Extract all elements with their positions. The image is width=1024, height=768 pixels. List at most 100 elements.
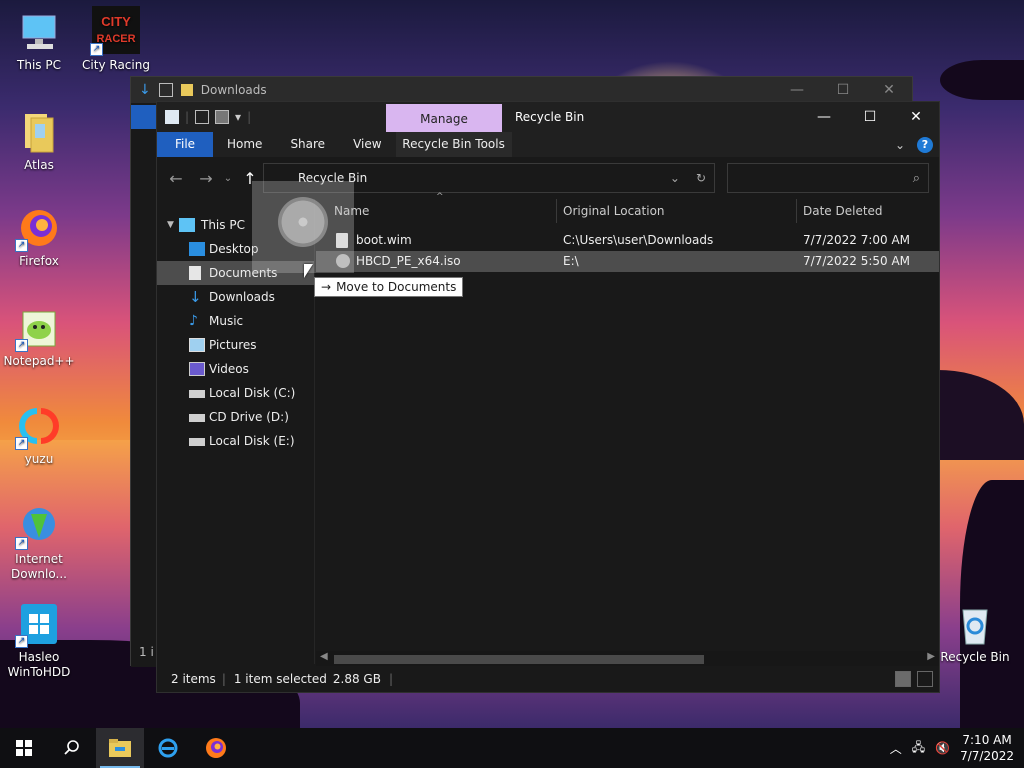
address-dropdown-icon[interactable]: ⌄ — [670, 171, 680, 185]
disk-icon — [189, 438, 205, 446]
properties-icon[interactable] — [195, 110, 210, 124]
recent-locations-icon[interactable]: ⌄ — [221, 173, 235, 184]
minimize-button[interactable]: — — [774, 82, 820, 98]
computer-icon — [179, 218, 195, 232]
table-row[interactable]: boot.wim C:\Users\user\Downloads 7/7/202… — [316, 230, 939, 251]
downloads-status: 1 i — [139, 645, 154, 659]
new-folder-icon[interactable] — [215, 110, 230, 124]
qat-dropdown-icon[interactable]: ▾ — [235, 110, 241, 124]
checklist-icon[interactable] — [158, 83, 173, 97]
chevron-up-icon[interactable]: ︿ — [890, 740, 902, 757]
nav-item-cd-drive-d[interactable]: CD Drive (D:) — [157, 405, 314, 429]
folder-icon — [109, 739, 131, 757]
downloads-titlebar[interactable]: ↓ Downloads — ☐ ✕ — [131, 77, 912, 103]
disc-image-icon — [278, 197, 328, 247]
drag-ghost — [252, 181, 354, 273]
tab-home[interactable]: Home — [213, 132, 276, 157]
column-original-location[interactable]: Original Location — [563, 204, 665, 218]
network-icon[interactable]: 🖧 — [912, 738, 925, 759]
status-selected: 1 item selected — [233, 672, 327, 686]
wallpaper-palm — [940, 60, 1024, 100]
table-row[interactable]: HBCD_PE_x64.iso E:\ 7/7/2022 5:50 AM — [316, 251, 939, 272]
details-view-icon[interactable] — [895, 671, 911, 687]
close-button[interactable]: ✕ — [866, 82, 912, 98]
status-bar: 2 items | 1 item selected 2.88 GB | — [157, 666, 939, 692]
downloads-icon: ↓ — [189, 288, 202, 306]
nav-item-pictures[interactable]: Pictures — [157, 333, 314, 357]
svg-text:CITY: CITY — [101, 14, 131, 29]
start-button[interactable] — [0, 728, 48, 768]
nav-item-music[interactable]: ♪ Music — [157, 309, 314, 333]
nav-item-local-disk-c[interactable]: Local Disk (C:) — [157, 381, 314, 405]
taskbar-internet-explorer[interactable] — [144, 728, 192, 768]
desktop-icon — [189, 242, 205, 256]
desktop-icon-this-pc[interactable]: This PC — [1, 10, 77, 73]
help-icon[interactable]: ? — [917, 136, 933, 153]
taskbar-firefox[interactable] — [192, 728, 240, 768]
clock-date: 7/7/2022 — [960, 749, 1014, 763]
folder-icon — [180, 84, 193, 96]
system-tray: ︿ 🖧 🔇 7:10 AM 7/7/2022 — [890, 732, 1024, 764]
city-racer-icon: CITY RACER ↗ — [90, 6, 140, 56]
nav-item-local-disk-e[interactable]: Local Disk (E:) — [157, 429, 314, 453]
close-button[interactable]: ✕ — [893, 102, 939, 132]
desktop-icon-city-racing[interactable]: CITY RACER ↗ City Racing — [78, 6, 154, 73]
search-input[interactable]: ⌕ — [727, 163, 929, 193]
minimize-button[interactable]: — — [801, 102, 847, 132]
maximize-button[interactable]: ☐ — [847, 102, 893, 132]
tab-file[interactable]: File — [157, 132, 213, 157]
recycle-bin-titlebar[interactable]: | ▾ | Manage Recycle Bin — ☐ ✕ — [157, 102, 939, 132]
back-arrow-icon[interactable]: ← — [161, 169, 191, 188]
shortcut-arrow-icon: ↗ — [15, 635, 28, 648]
downloads-left-strip — [131, 103, 157, 667]
desktop-icon-firefox[interactable]: ↗ Firefox — [1, 206, 77, 269]
shortcut-arrow-icon: ↗ — [15, 537, 28, 550]
shortcut-arrow-icon: ↗ — [15, 437, 28, 450]
maximize-button[interactable]: ☐ — [820, 82, 866, 98]
chevron-down-icon[interactable]: ▼ — [167, 213, 174, 237]
taskbar-file-explorer[interactable] — [96, 728, 144, 768]
yuzu-icon: ↗ — [15, 404, 61, 450]
clock-time: 7:10 AM — [962, 733, 1012, 747]
scrollbar-thumb[interactable] — [334, 655, 704, 664]
disk-icon — [189, 390, 205, 398]
clock[interactable]: 7:10 AM 7/7/2022 — [960, 732, 1014, 764]
music-icon: ♪ — [189, 313, 198, 329]
videos-icon — [189, 362, 205, 376]
status-size: 2.88 GB — [332, 672, 381, 686]
internet-explorer-icon — [158, 738, 178, 758]
search-button[interactable] — [48, 728, 96, 768]
nav-item-videos[interactable]: Videos — [157, 357, 314, 381]
wintohdd-icon: ↗ — [15, 602, 61, 648]
refresh-icon[interactable]: ↻ — [696, 171, 706, 185]
forward-arrow-icon[interactable]: → — [191, 169, 221, 188]
tab-share[interactable]: Share — [276, 132, 339, 157]
pictures-icon — [189, 338, 205, 352]
desktop-icon-atlas[interactable]: Atlas — [1, 110, 77, 173]
expand-ribbon-icon[interactable]: ⌄ — [895, 138, 905, 152]
scroll-left-icon[interactable]: ◀ — [320, 651, 328, 662]
notepadpp-icon: ↗ — [15, 306, 61, 352]
download-arrow-icon: ↓ — [139, 82, 151, 98]
column-date-deleted[interactable]: Date Deleted — [803, 204, 883, 218]
tab-recycle-bin-tools[interactable]: Recycle Bin Tools — [395, 132, 512, 157]
desktop-icon-internet-download-manager[interactable]: ↗ Internet Downlo... — [1, 504, 77, 582]
idm-icon: ↗ — [15, 504, 61, 550]
nav-item-downloads[interactable]: ↓ Downloads — [157, 285, 314, 309]
desktop-icon-hasleo-wintohdd[interactable]: ↗ Hasleo WinToHDD — [1, 602, 77, 680]
desktop-icon-recycle-bin[interactable]: Recycle Bin — [937, 602, 1013, 665]
scroll-right-icon[interactable]: ▶ — [927, 651, 935, 662]
horizontal-scrollbar[interactable]: ◀ ▶ — [316, 651, 939, 667]
downloads-file-tab[interactable] — [131, 105, 157, 129]
sort-indicator-icon: ^ — [436, 192, 444, 202]
cd-drive-icon — [189, 414, 205, 422]
windows-logo-icon — [16, 740, 32, 756]
firefox-icon — [206, 738, 226, 758]
volume-muted-icon[interactable]: 🔇 — [935, 741, 950, 755]
tab-view[interactable]: View — [339, 132, 395, 157]
desktop-icon-yuzu[interactable]: ↗ yuzu — [1, 404, 77, 467]
shortcut-arrow-icon: ↗ — [15, 339, 28, 352]
large-icons-view-icon[interactable] — [917, 671, 933, 687]
desktop-icon-notepadpp[interactable]: ↗ Notepad++ — [1, 306, 77, 369]
tab-manage[interactable]: Manage — [386, 104, 502, 132]
